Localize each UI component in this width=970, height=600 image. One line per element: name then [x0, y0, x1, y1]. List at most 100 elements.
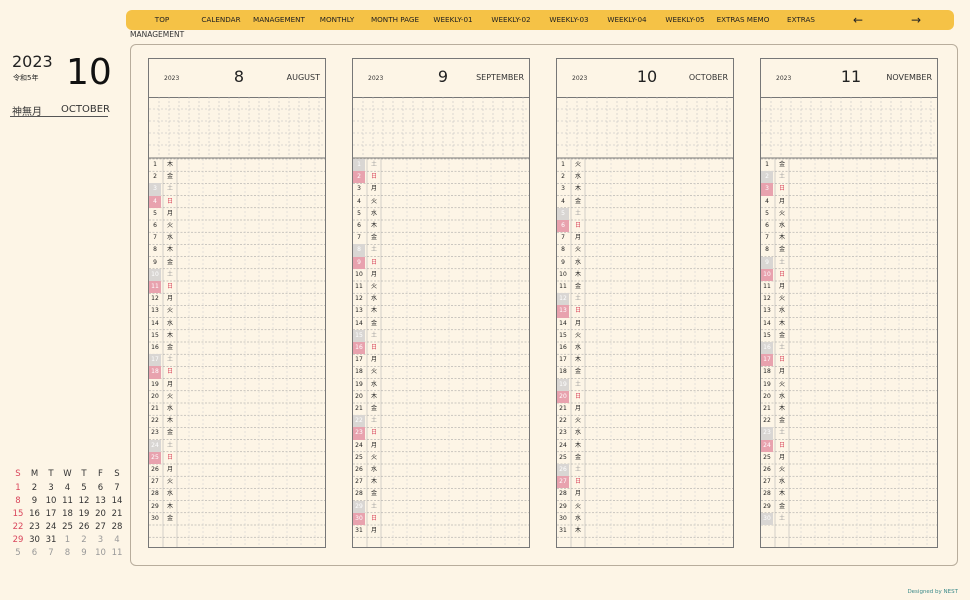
mini-day[interactable]: 7 — [43, 547, 59, 559]
day-number: 3 — [561, 185, 565, 193]
day-weekday: 木 — [779, 234, 786, 242]
mini-day[interactable]: 10 — [43, 495, 59, 507]
mini-day[interactable]: 30 — [27, 534, 43, 546]
designer-credit: Designed by NEST — [907, 589, 958, 595]
day-number: 16 — [353, 342, 365, 355]
mini-day[interactable]: 24 — [43, 521, 59, 533]
day-weekday: 金 — [167, 173, 174, 181]
day-number: 28 — [559, 490, 567, 498]
section-label: MANAGEMENT — [130, 30, 185, 39]
day-number: 25 — [355, 453, 363, 461]
day-weekday: 日 — [575, 478, 582, 486]
mini-day[interactable]: 28 — [109, 521, 125, 533]
day-weekday: 月 — [371, 356, 378, 364]
day-weekday: 水 — [371, 209, 378, 217]
day-weekday: 水 — [779, 478, 786, 486]
nav-top[interactable]: TOP — [155, 10, 169, 30]
mini-day[interactable]: 4 — [60, 482, 76, 494]
nav-extras[interactable]: EXTRAS — [787, 10, 815, 30]
mini-day[interactable]: 26 — [76, 521, 92, 533]
mini-day[interactable]: 9 — [27, 495, 43, 507]
day-number: 9 — [761, 256, 773, 269]
mini-day[interactable]: 12 — [76, 495, 92, 507]
mini-day[interactable]: 23 — [27, 521, 43, 533]
day-number: 20 — [355, 392, 363, 400]
day-weekday: 金 — [575, 453, 582, 461]
mini-day[interactable]: 20 — [93, 508, 109, 520]
day-weekday: 月 — [575, 319, 582, 327]
mini-day[interactable]: 11 — [109, 547, 125, 559]
mini-day[interactable]: 15 — [10, 508, 26, 520]
day-number: 4 — [357, 197, 361, 205]
day-number: 25 — [763, 453, 771, 461]
mini-day[interactable]: 5 — [76, 482, 92, 494]
mini-day[interactable]: 8 — [10, 495, 26, 507]
mini-day[interactable]: 8 — [60, 547, 76, 559]
day-weekday: 木 — [575, 270, 582, 278]
day-number: 11 — [355, 283, 363, 290]
day-number: 6 — [357, 222, 361, 229]
nav-calendar[interactable]: CALENDAR — [201, 10, 240, 30]
mini-day[interactable]: 11 — [60, 495, 76, 507]
mini-day[interactable]: 3 — [43, 482, 59, 494]
era-label: 令和5年 — [13, 74, 39, 82]
mini-day[interactable]: 25 — [60, 521, 76, 533]
day-weekday: 木 — [779, 490, 786, 498]
mini-day[interactable]: 1 — [10, 482, 26, 494]
day-weekday: 日 — [371, 173, 378, 181]
day-weekday: 日 — [167, 368, 174, 376]
mini-day[interactable]: 16 — [27, 508, 43, 520]
day-number: 1 — [353, 159, 365, 172]
mini-day[interactable]: 19 — [76, 508, 92, 520]
nav-weekly-05[interactable]: WEEKLY-05 — [665, 10, 704, 30]
mini-day[interactable]: 13 — [93, 495, 109, 507]
mini-day[interactable]: 10 — [93, 547, 109, 559]
mini-day[interactable]: 7 — [109, 482, 125, 494]
day-number: 5 — [153, 209, 157, 217]
mini-day[interactable]: 22 — [10, 521, 26, 533]
day-weekday: 金 — [167, 429, 174, 437]
mini-day[interactable]: 1 — [60, 534, 76, 546]
nav-weekly-03[interactable]: WEEKLY-03 — [549, 10, 588, 30]
nav-weekly-02[interactable]: WEEKLY-02 — [491, 10, 530, 30]
mini-day[interactable]: 5 — [10, 547, 26, 559]
day-number: 11 — [763, 283, 771, 290]
mini-day[interactable]: 6 — [93, 482, 109, 494]
day-weekday: 木 — [371, 478, 378, 486]
mini-day[interactable]: 9 — [76, 547, 92, 559]
mini-day[interactable]: 17 — [43, 508, 59, 520]
mini-day[interactable]: 3 — [93, 534, 109, 546]
month-column-october: 2023 10 OCTOBER 1 火 2 水 3 木 4 金 5 土 6 日 7 月 8 火 9 水 10 木 11 金 12 土… — [556, 58, 734, 548]
nav-management[interactable]: MANAGEMENT — [253, 10, 305, 30]
mini-day[interactable]: 27 — [93, 521, 109, 533]
nav-month-page[interactable]: MONTH PAGE — [371, 10, 419, 30]
day-weekday: 木 — [167, 246, 174, 254]
day-number: 31 — [355, 527, 363, 534]
column-month-name: NOVEMBER — [886, 73, 932, 82]
mini-day[interactable]: 31 — [43, 534, 59, 546]
prev-arrow-icon[interactable]: ← — [853, 10, 863, 30]
day-weekday: 木 — [779, 319, 786, 327]
day-weekday: 水 — [575, 514, 582, 522]
day-weekday: 水 — [779, 392, 786, 400]
mini-day[interactable]: 2 — [27, 482, 43, 494]
nav-weekly-01[interactable]: WEEKLY-01 — [433, 10, 472, 30]
day-weekday: 水 — [575, 258, 582, 266]
mini-day[interactable]: 29 — [10, 534, 26, 546]
nav-extras-memo[interactable]: EXTRAS MEMO — [717, 10, 770, 30]
nav-weekly-04[interactable]: WEEKLY-04 — [607, 10, 646, 30]
mini-day[interactable]: 6 — [27, 547, 43, 559]
day-number: 1 — [561, 161, 565, 168]
day-weekday: 月 — [779, 197, 786, 205]
mini-day[interactable]: 21 — [109, 508, 125, 520]
next-arrow-icon[interactable]: → — [911, 10, 921, 30]
mini-day[interactable]: 14 — [109, 495, 125, 507]
mini-day[interactable]: 18 — [60, 508, 76, 520]
day-number: 6 — [153, 222, 157, 229]
nav-monthly[interactable]: MONTHLY — [320, 10, 354, 30]
day-weekday: 火 — [779, 295, 786, 303]
day-weekday: 火 — [575, 161, 582, 168]
mini-day[interactable]: 4 — [109, 534, 125, 546]
mini-day[interactable]: 2 — [76, 534, 92, 546]
day-number: 15 — [559, 331, 567, 339]
